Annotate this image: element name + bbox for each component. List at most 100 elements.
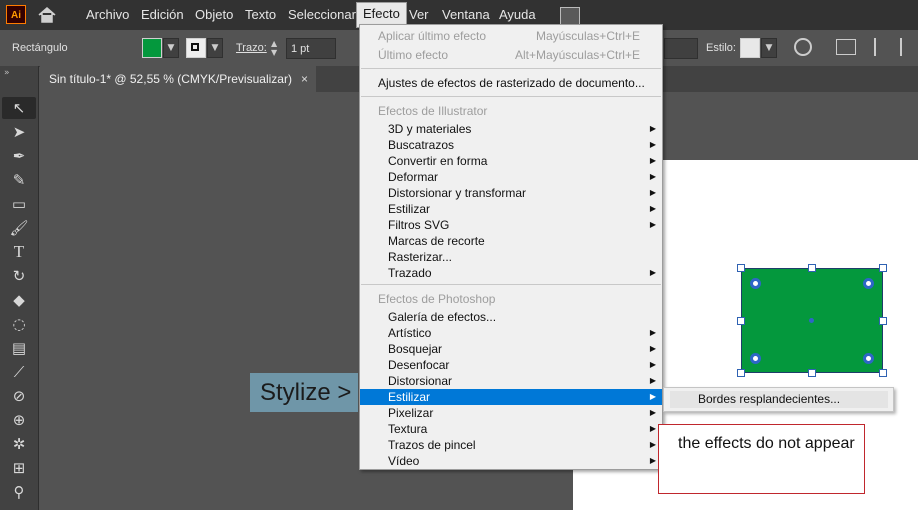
submenu-arrow-icon: ▶ [649, 268, 656, 277]
style-swatch[interactable] [740, 38, 760, 58]
stroke-swatch[interactable] [186, 38, 206, 58]
menu-item-video[interactable]: Vídeo ▶ [360, 453, 662, 469]
menu-item-trazos-pincel[interactable]: Trazos de pincel ▶ [360, 437, 662, 453]
illustrator-logo-icon: Ai [6, 5, 26, 24]
lasso-tool-icon[interactable]: ◌ [2, 313, 36, 335]
collapse-panel-icon[interactable]: » [4, 68, 10, 78]
menu-item-convertir-forma[interactable]: Convertir en forma ▶ [360, 153, 662, 169]
align-left-icon[interactable] [874, 38, 890, 56]
submenu-arrow-icon: ▶ [649, 392, 656, 401]
style-dropdown-chevron-icon[interactable]: ▼ [761, 38, 777, 58]
close-tab-icon[interactable]: × [301, 66, 308, 92]
menu-item-rasterizar[interactable]: Rasterizar... [360, 249, 662, 265]
menu-item-textura[interactable]: Textura ▶ [360, 421, 662, 437]
menu-item-marcas-recorte[interactable]: Marcas de recorte [360, 233, 662, 249]
fill-swatch[interactable] [142, 38, 162, 58]
menu-separator [361, 96, 661, 97]
menu-item-filtros-svg[interactable]: Filtros SVG ▶ [360, 217, 662, 233]
stroke-dropdown-chevron-icon[interactable]: ▼ [207, 38, 223, 58]
style-label: Estilo: [706, 42, 736, 54]
effect-menu-dropdown: Aplicar último efecto Mayúsculas+Ctrl+E Ú… [359, 24, 663, 470]
live-corner-widget[interactable] [750, 278, 761, 289]
menu-item-3d-materials[interactable]: 3D y materiales ▶ [360, 121, 662, 137]
bounding-box-handle[interactable] [879, 369, 887, 377]
artboard-tool-icon[interactable]: ⊞ [2, 457, 36, 479]
fill-dropdown-chevron-icon[interactable]: ▼ [163, 38, 179, 58]
submenu-arrow-icon: ▶ [649, 172, 656, 181]
submenu-arrow-icon: ▶ [649, 156, 656, 165]
live-corner-widget[interactable] [863, 278, 874, 289]
shape-builder-tool-icon[interactable]: ⊕ [2, 409, 36, 431]
center-point [809, 318, 814, 323]
menu-item-trazado[interactable]: Trazado ▶ [360, 265, 662, 281]
zoom-tool-icon[interactable]: ⚲ [2, 481, 36, 503]
submenu-arrow-icon: ▶ [649, 408, 656, 417]
menu-item-distorsionar[interactable]: Distorsionar ▶ [360, 373, 662, 389]
bounding-box-handle[interactable] [879, 264, 887, 272]
curvature-tool-icon[interactable]: ✎ [2, 169, 36, 191]
menu-item-raster-settings[interactable]: Ajustes de efectos de rasterizado de doc… [360, 75, 662, 91]
menu-item-estilizar-photoshop[interactable]: Estilizar ▶ [360, 389, 662, 405]
menu-edicion[interactable]: Edición [135, 0, 190, 30]
rotate-tool-icon[interactable]: ↻ [2, 265, 36, 287]
stroke-label[interactable]: Trazo: [236, 42, 267, 54]
home-icon[interactable] [36, 5, 58, 25]
align-center-icon[interactable] [900, 38, 916, 56]
submenu-arrow-icon: ▶ [649, 344, 656, 353]
stroke-stepper-icon[interactable]: ▲ ▼ [271, 39, 283, 59]
submenu-arrow-icon: ▶ [649, 188, 656, 197]
blend-tool-icon[interactable]: ⊘ [2, 385, 36, 407]
rectangle-tool-icon[interactable]: ▭ [2, 193, 36, 215]
menu-item-distorsionar-transformar[interactable]: Distorsionar y transformar ▶ [360, 185, 662, 201]
menu-item-bosquejar[interactable]: Bosquejar ▶ [360, 341, 662, 357]
symbol-sprayer-tool-icon[interactable]: ✲ [2, 433, 36, 455]
menu-item-artistico[interactable]: Artístico ▶ [360, 325, 662, 341]
selection-tool-icon[interactable]: ↖ [2, 97, 36, 119]
document-tab[interactable]: Sin título-1* @ 52,55 % (CMYK/Previsuali… [40, 66, 316, 92]
bounding-box-handle[interactable] [808, 369, 816, 377]
bounding-box-handle[interactable] [737, 264, 745, 272]
eyedropper-tool-icon[interactable]: ⟋ [2, 361, 36, 383]
menu-item-bordes-resplandecientes[interactable]: Bordes resplandecientes... [670, 391, 888, 408]
menu-seleccionar[interactable]: Seleccionar [282, 0, 362, 30]
stroke-weight-field[interactable]: 1 pt [286, 38, 336, 59]
document-tab-title: Sin título-1* @ 52,55 % (CMYK/Previsuali… [49, 72, 292, 86]
shortcut-text: Alt+Mayúsculas+Ctrl+E [514, 48, 640, 62]
opacity-dropdown[interactable] [664, 38, 698, 59]
bounding-box-handle[interactable] [808, 264, 816, 272]
menu-header-illustrator: Efectos de Illustrator [378, 104, 488, 118]
submenu-arrow-icon: ▶ [649, 140, 656, 149]
eraser-tool-icon[interactable]: ◆ [2, 289, 36, 311]
direct-selection-tool-icon[interactable]: ➤ [2, 121, 36, 143]
type-tool-icon[interactable]: T [2, 241, 36, 263]
submenu-arrow-icon: ▶ [649, 220, 656, 229]
menu-archivo[interactable]: Archivo [80, 0, 135, 30]
shape-properties-icon[interactable] [836, 39, 856, 55]
menu-item-galeria-efectos[interactable]: Galería de efectos... [360, 309, 662, 325]
submenu-arrow-icon: ▶ [649, 204, 656, 213]
live-corner-widget[interactable] [863, 353, 874, 364]
menu-item-last-effect: Último efecto Alt+Mayúsculas+Ctrl+E [378, 48, 640, 62]
bounding-box-handle[interactable] [737, 317, 745, 325]
gradient-tool-icon[interactable]: ▤ [2, 337, 36, 359]
estilizar-submenu: Bordes resplandecientes... [663, 387, 894, 412]
submenu-arrow-icon: ▶ [649, 360, 656, 369]
menu-item-deformar[interactable]: Deformar ▶ [360, 169, 662, 185]
pen-tool-icon[interactable]: ✒ [2, 145, 36, 167]
bounding-box-handle[interactable] [879, 317, 887, 325]
submenu-arrow-icon: ▶ [649, 440, 656, 449]
submenu-arrow-icon: ▶ [649, 124, 656, 133]
tools-panel: » ↖ ➤ ✒ ✎ ▭ 🖌 T ↻ ◆ ◌ ▤ ⟋ ⊘ ⊕ ✲ ⊞ ⚲ [0, 66, 39, 510]
menu-item-pixelizar[interactable]: Pixelizar ▶ [360, 405, 662, 421]
paintbrush-tool-icon[interactable]: 🖌 [2, 217, 36, 239]
menu-item-buscatrazos[interactable]: Buscatrazos ▶ [360, 137, 662, 153]
menu-objeto[interactable]: Objeto [189, 0, 239, 30]
menu-item-desenfocar[interactable]: Desenfocar ▶ [360, 357, 662, 373]
shortcut-text: Mayúsculas+Ctrl+E [535, 29, 640, 43]
menu-item-estilizar-illustrator[interactable]: Estilizar ▶ [360, 201, 662, 217]
live-corner-widget[interactable] [750, 353, 761, 364]
bounding-box-handle[interactable] [737, 369, 745, 377]
tool-name-label: Rectángulo [12, 42, 68, 54]
menu-texto[interactable]: Texto [239, 0, 282, 30]
recolor-artwork-icon[interactable] [794, 38, 812, 56]
